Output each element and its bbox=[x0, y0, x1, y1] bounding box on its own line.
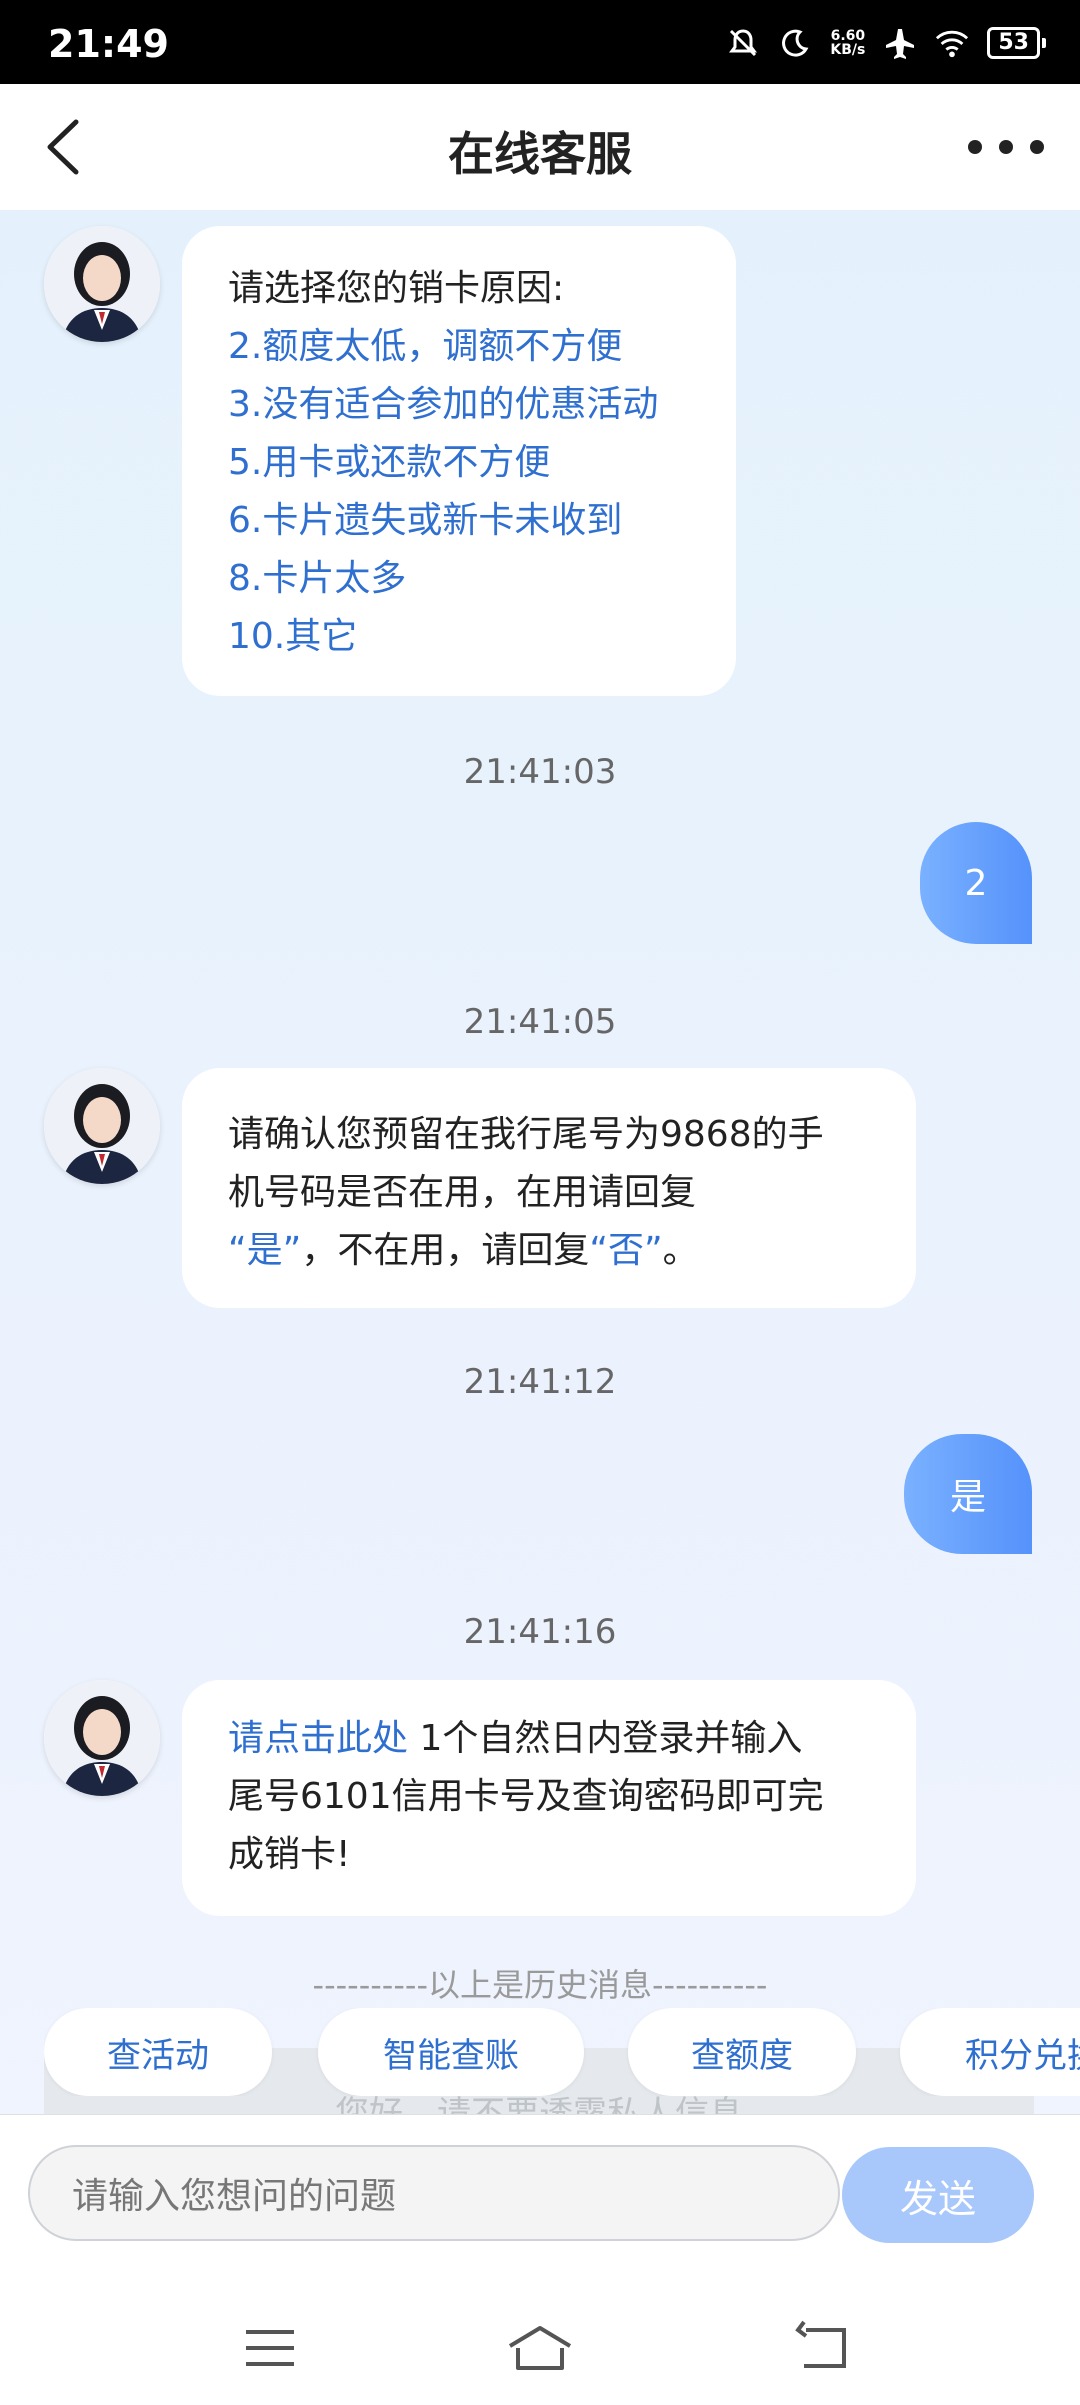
message-text: 机号码是否在用，在用请回复 bbox=[228, 1172, 697, 1213]
reason-option-link[interactable]: 2.额度太低，调额不方便 bbox=[228, 318, 690, 376]
message-timestamp: 21:41:16 bbox=[463, 1612, 617, 1652]
more-dot-icon bbox=[968, 140, 982, 154]
chat-message-agent: 请点击此处 1个自然日内登录并输入 尾号6101信用卡号及查询密码即可完 成销卡… bbox=[182, 1680, 916, 1916]
chat-message-user: 2 bbox=[920, 822, 1032, 944]
reason-option-link[interactable]: 10.其它 bbox=[228, 608, 690, 666]
airplane-icon bbox=[883, 26, 917, 60]
reason-option-link[interactable]: 3.没有适合参加的优惠活动 bbox=[228, 376, 690, 434]
agent-avatar bbox=[44, 1068, 160, 1184]
mute-icon bbox=[726, 26, 760, 60]
more-button[interactable] bbox=[968, 122, 1044, 172]
more-dot-icon bbox=[999, 140, 1013, 154]
message-text: 尾号6101信用卡号及查询密码即可完 bbox=[228, 1776, 824, 1817]
agent-avatar bbox=[44, 1680, 160, 1796]
history-divider: ----------以上是历史消息---------- bbox=[312, 1966, 768, 2004]
chat-message-user: 是 bbox=[904, 1434, 1032, 1554]
reason-option-link[interactable]: 5.用卡或还款不方便 bbox=[228, 434, 690, 492]
message-text: 请选择您的销卡原因: bbox=[228, 268, 565, 309]
net-speed: 6.60 KB/s bbox=[830, 28, 866, 58]
message-text: ，不在用，请回复 bbox=[301, 1230, 590, 1271]
wifi-icon bbox=[935, 26, 969, 60]
message-text: 成销卡! bbox=[228, 1834, 351, 1875]
message-input[interactable]: 请输入您想问的问题 bbox=[28, 2145, 840, 2241]
chip-credit-limit[interactable]: 查额度 bbox=[628, 2008, 856, 2096]
app-header: 在线客服 bbox=[0, 84, 1080, 210]
chip-smart-bill[interactable]: 智能查账 bbox=[318, 2008, 584, 2096]
agent-avatar-icon bbox=[44, 1068, 160, 1184]
reply-yes-link[interactable]: “是” bbox=[228, 1230, 301, 1271]
reply-no-link[interactable]: “否” bbox=[589, 1230, 662, 1271]
more-dot-icon bbox=[1030, 140, 1044, 154]
reason-option-link[interactable]: 6.卡片遗失或新卡未收到 bbox=[228, 492, 690, 550]
chip-points-exchange[interactable]: 积分兑换 bbox=[900, 2008, 1080, 2096]
message-timestamp: 21:41:03 bbox=[463, 752, 617, 792]
reason-option-link[interactable]: 8.卡片太多 bbox=[228, 550, 690, 608]
battery-indicator: 53 bbox=[987, 27, 1046, 59]
moon-icon bbox=[778, 26, 812, 60]
message-timestamp: 21:41:12 bbox=[463, 1362, 617, 1402]
quick-reply-bar: 查活动 智能查账 查额度 积分兑换 bbox=[44, 2008, 1080, 2096]
home-icon[interactable] bbox=[504, 2318, 576, 2378]
back-icon[interactable] bbox=[792, 2318, 852, 2378]
menu-icon[interactable] bbox=[240, 2318, 300, 2378]
status-icons: 6.60 KB/s 53 bbox=[726, 26, 1046, 60]
agent-avatar-icon bbox=[44, 1680, 160, 1796]
message-text: 。 bbox=[662, 1230, 699, 1271]
input-placeholder: 请输入您想问的问题 bbox=[72, 2176, 397, 2217]
page-title: 在线客服 bbox=[448, 127, 632, 181]
status-bar: 21:49 6.60 KB/s 53 bbox=[0, 0, 1080, 84]
message-text: 1个自然日内登录并输入 bbox=[408, 1718, 803, 1759]
agent-avatar bbox=[44, 226, 160, 342]
click-here-link[interactable]: 请点击此处 bbox=[228, 1718, 408, 1759]
message-timestamp: 21:41:05 bbox=[463, 1002, 617, 1042]
system-nav-bar bbox=[0, 2296, 1080, 2400]
chat-message-agent: 请确认您预留在我行尾号为9868的手 机号码是否在用，在用请回复 “是”，不在用… bbox=[182, 1068, 916, 1308]
status-time: 21:49 bbox=[48, 22, 169, 66]
chat-message-agent: 请选择您的销卡原因: 2.额度太低，调额不方便 3.没有适合参加的优惠活动 5.… bbox=[182, 226, 736, 696]
message-text: 请确认您预留在我行尾号为9868的手 bbox=[228, 1114, 824, 1155]
agent-avatar-icon bbox=[44, 226, 160, 342]
send-button[interactable]: 发送 bbox=[842, 2147, 1034, 2243]
chip-activities[interactable]: 查活动 bbox=[44, 2008, 272, 2096]
